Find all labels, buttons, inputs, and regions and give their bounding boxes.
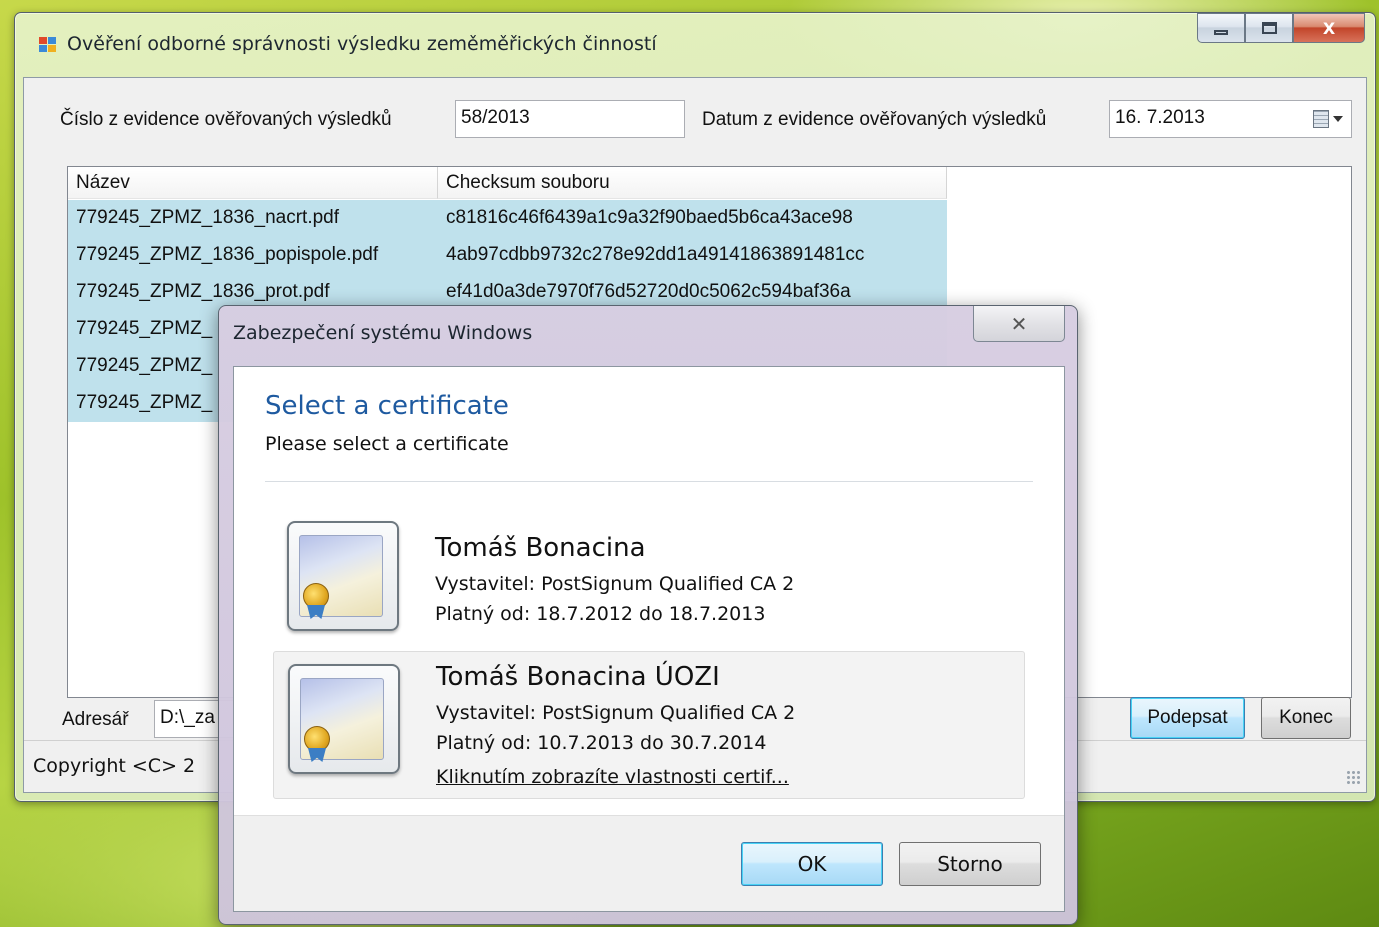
resize-grip-icon[interactable] [1346,770,1360,784]
maximize-icon [1261,22,1277,34]
close-button[interactable]: X [1293,13,1365,43]
certificate-validity: Platný od: 18.7.2012 do 18.7.2013 [435,603,766,625]
maximize-button[interactable] [1245,13,1293,43]
file-list-header: Název Checksum souboru [68,167,947,199]
column-header-checksum[interactable]: Checksum souboru [438,167,947,199]
close-icon: ✕ [1010,311,1028,336]
certificate-issuer: Vystavitel: PostSignum Qualified CA 2 [436,702,796,724]
dialog-separator [265,481,1033,482]
sign-button[interactable]: Podepsat [1130,697,1245,739]
dialog-close-button[interactable]: ✕ [973,306,1065,342]
window-title: Ověření odborné správnosti výsledku země… [67,33,657,55]
column-header-name[interactable]: Název [68,167,438,199]
dialog-title: Zabezpečení systému Windows [233,322,533,344]
certificate-item-selected[interactable]: Tomáš Bonacina ÚOZI Vystavitel: PostSign… [273,651,1025,799]
caption-buttons: X [1197,13,1365,43]
calendar-dropdown-icon[interactable] [1313,110,1343,130]
checksum-cell: c81816c46f6439a1c9a32f90baed5b6ca43ace98 [446,207,853,228]
checksum-cell: 4ab97cdbb9732c278e92dd1a49141863891481cc [446,244,865,265]
certificate-icon [288,664,400,774]
certificate-properties-link[interactable]: Kliknutím zobrazíte vlastnosti certif... [436,766,789,788]
directory-label: Adresář [62,709,129,730]
evidence-number-label: Číslo z evidence ověřovaných výsledků [60,109,392,130]
title-bar[interactable]: Ověření odborné správnosti výsledku země… [15,13,1375,77]
table-row[interactable]: 779245_ZPMZ_1836_popispole.pdf 4ab97cdbb… [68,237,947,274]
dialog-subheading: Please select a certificate [265,433,509,455]
certificate-name: Tomáš Bonacina ÚOZI [436,662,720,692]
file-name-cell: 779245_ZPMZ_1836_nacrt.pdf [76,207,340,228]
file-name-cell: 779245_ZPMZ_1836_popispole.pdf [76,244,379,265]
minimize-button[interactable] [1197,13,1245,43]
dialog-footer: OK Storno [234,815,1064,911]
dialog-body: Select a certificate Please select a cer… [233,366,1065,912]
copyright-text: Copyright <C> 2 [33,755,196,777]
evidence-date-value: 16. 7.2013 [1115,107,1205,128]
app-icon [39,37,57,53]
certificate-issuer: Vystavitel: PostSignum Qualified CA 2 [435,573,795,595]
evidence-date-label: Datum z evidence ověřovaných výsledků [702,109,1047,130]
certificate-name: Tomáš Bonacina [435,533,646,563]
certificate-validity: Platný od: 10.7.2013 do 30.7.2014 [436,732,767,754]
evidence-date-picker[interactable]: 16. 7.2013 [1109,100,1352,138]
certificate-item[interactable]: Tomáš Bonacina Vystavitel: PostSignum Qu… [273,509,1025,657]
certificate-icon [287,521,399,631]
cancel-button[interactable]: Storno [899,842,1041,886]
certificate-dialog: Zabezpečení systému Windows ✕ Select a c… [218,305,1078,925]
close-icon: X [1322,18,1336,38]
table-row[interactable]: 779245_ZPMZ_1836_nacrt.pdf c81816c46f643… [68,200,947,237]
ok-button[interactable]: OK [741,842,883,886]
minimize-icon [1214,29,1228,35]
dialog-heading: Select a certificate [265,391,509,421]
end-button[interactable]: Konec [1261,697,1351,739]
evidence-number-input[interactable]: 58/2013 [455,100,685,138]
